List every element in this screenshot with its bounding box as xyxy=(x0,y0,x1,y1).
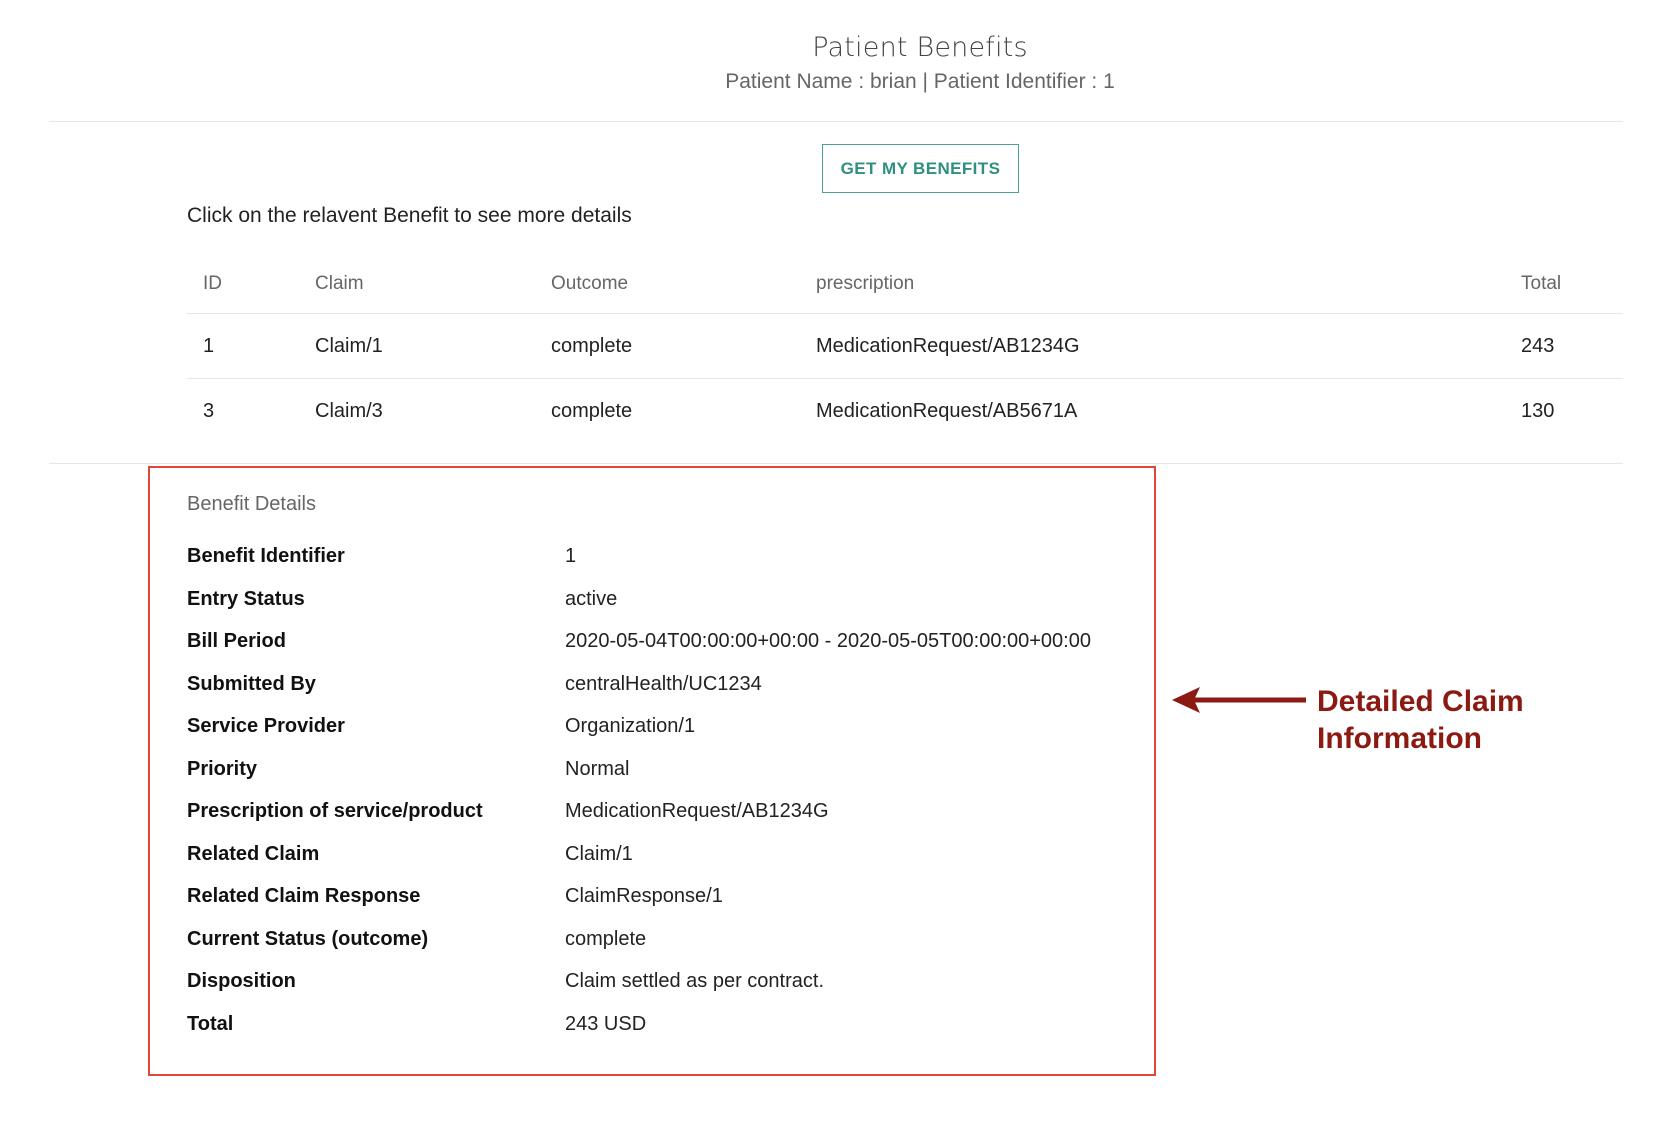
detail-label: Entry Status xyxy=(187,587,305,610)
detail-label: Submitted By xyxy=(187,672,316,695)
detail-value: active xyxy=(565,587,618,610)
detail-label: Disposition xyxy=(187,970,296,992)
detail-value: 2020-05-04T00:00:00+00:00 - 2020-05-05T0… xyxy=(565,630,1091,652)
detail-label: Bill Period xyxy=(187,630,286,652)
cell-total: 243 xyxy=(1505,313,1623,379)
arrow-left-icon xyxy=(1172,687,1306,713)
detail-label: Related Claim xyxy=(187,842,320,865)
detail-label: Service Provider xyxy=(187,715,345,737)
column-header-claim: Claim xyxy=(299,255,535,314)
column-header-total: Total xyxy=(1505,255,1623,314)
patient-info: Patient Name : brian | Patient Identifie… xyxy=(725,70,1115,93)
header-divider xyxy=(49,121,1623,122)
detail-label: Total xyxy=(187,1012,234,1035)
column-header-prescription: prescription xyxy=(800,255,1505,314)
page-title: Patient Benefits xyxy=(812,32,1028,63)
detail-label: Benefit Identifier xyxy=(187,545,345,567)
cell-claim: Claim/1 xyxy=(299,313,535,379)
detail-value: centralHealth/UC1234 xyxy=(565,672,762,695)
detail-value: 1 xyxy=(565,545,577,567)
annotation-line-2: Information xyxy=(1317,722,1482,755)
detail-value: ClaimResponse/1 xyxy=(565,885,723,907)
cell-id: 1 xyxy=(187,313,299,379)
detail-value: Claim settled as per contract. xyxy=(565,970,824,992)
table-row[interactable]: 3 Claim/3 complete MedicationRequest/AB5… xyxy=(187,379,1623,444)
cell-id: 3 xyxy=(203,399,215,422)
column-header-id: ID xyxy=(187,255,299,314)
annotation-line-1: Detailed Claim xyxy=(1317,685,1524,718)
table-header-row: ID Claim Outcome prescription Total xyxy=(187,255,1623,314)
cell-total: 130 xyxy=(1521,399,1555,422)
detail-value: MedicationRequest/AB1234G xyxy=(565,800,829,822)
instruction-text: Click on the relavent Benefit to see mor… xyxy=(187,204,632,227)
detail-label: Prescription of service/product xyxy=(187,800,483,822)
detail-value: 243 USD xyxy=(565,1012,647,1035)
detail-value: Normal xyxy=(565,757,630,780)
column-header-outcome: Outcome xyxy=(535,255,800,314)
detail-label: Priority xyxy=(187,757,258,780)
cell-claim: Claim/3 xyxy=(315,399,383,422)
detail-value: Organization/1 xyxy=(565,715,696,737)
table-row[interactable]: 1 Claim/1 complete MedicationRequest/AB1… xyxy=(187,313,1623,379)
detail-value: complete xyxy=(565,927,647,950)
benefits-table: ID Claim Outcome prescription Total 1 Cl… xyxy=(187,255,1623,443)
annotation-label: Detailed Claim Information xyxy=(1317,683,1617,757)
cell-prescription: MedicationRequest/AB5671A xyxy=(816,399,1078,422)
get-my-benefits-button[interactable]: GET MY BENEFITS xyxy=(822,144,1019,193)
detail-label: Current Status (outcome) xyxy=(187,927,429,950)
detail-value: Claim/1 xyxy=(565,842,633,865)
cell-prescription: MedicationRequest/AB1234G xyxy=(800,313,1505,379)
cell-outcome: complete xyxy=(551,399,633,422)
detail-label: Related Claim Response xyxy=(187,885,421,907)
table-divider xyxy=(49,463,1623,464)
benefit-details-title: Benefit Details xyxy=(187,493,316,515)
cell-outcome: complete xyxy=(535,313,800,379)
